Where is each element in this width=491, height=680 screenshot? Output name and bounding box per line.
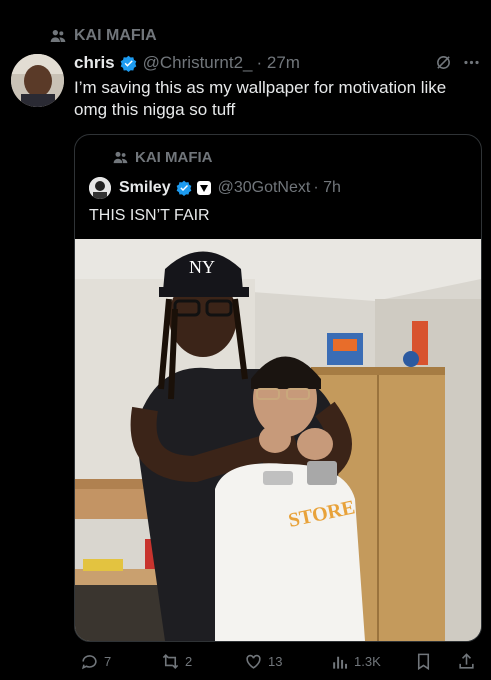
verified-badge-icon — [120, 55, 136, 72]
quote-avatar[interactable] — [89, 177, 111, 199]
views-button[interactable]: 1.3K — [330, 652, 381, 671]
people-icon — [113, 151, 128, 164]
author-name[interactable]: chris — [74, 53, 115, 73]
tweet-header: chris @Christurnt2_ · 27m — [74, 53, 481, 73]
cap-logo: NY — [189, 257, 215, 277]
quote-community-label[interactable]: KAI MAFIA — [113, 149, 213, 166]
quote-author-name[interactable]: Smiley — [119, 179, 171, 197]
like-count: 13 — [268, 653, 283, 669]
quote-time[interactable]: · 7h — [313, 179, 341, 197]
share-icon — [459, 652, 474, 669]
heart-icon — [246, 654, 261, 669]
grok-icon[interactable] — [435, 54, 452, 71]
like-button[interactable]: 13 — [244, 652, 282, 671]
quote-header: Smiley @30GotNext · 7h — [89, 177, 341, 199]
people-icon — [50, 30, 66, 42]
reply-button[interactable]: 7 — [80, 652, 111, 671]
community-label[interactable]: KAI MAFIA — [50, 27, 157, 45]
bookmark-button[interactable] — [414, 652, 433, 671]
tweet-time[interactable]: · 27m — [257, 53, 300, 73]
quote-text: THIS ISN’T FAIR — [89, 207, 210, 224]
quote-community-name: KAI MAFIA — [135, 149, 213, 166]
view-count: 1.3K — [354, 653, 381, 669]
avatar[interactable] — [11, 54, 64, 107]
repost-icon — [162, 653, 179, 669]
repost-count: 2 — [185, 653, 193, 669]
quote-author-handle[interactable]: @30GotNext — [218, 179, 311, 197]
quote-photo[interactable]: NY STORE — [75, 239, 481, 641]
community-name: KAI MAFIA — [74, 27, 157, 44]
quoted-tweet[interactable]: KAI MAFIA Smiley @30GotNext · 7h THIS IS… — [74, 134, 482, 642]
action-bar: 7 2 13 1.3K — [74, 648, 484, 674]
bookmark-icon — [417, 653, 430, 670]
affiliate-badge-icon — [196, 181, 211, 195]
analytics-icon — [333, 656, 348, 669]
more-icon[interactable] — [462, 53, 481, 72]
verified-badge-icon — [176, 180, 191, 196]
repost-button[interactable]: 2 — [161, 652, 192, 671]
share-button[interactable] — [457, 652, 476, 671]
reply-icon — [81, 654, 97, 669]
author-handle[interactable]: @Christurnt2_ — [143, 53, 253, 73]
reply-count: 7 — [104, 653, 112, 669]
tweet-text: I’m saving this as my wallpaper for moti… — [74, 78, 447, 119]
